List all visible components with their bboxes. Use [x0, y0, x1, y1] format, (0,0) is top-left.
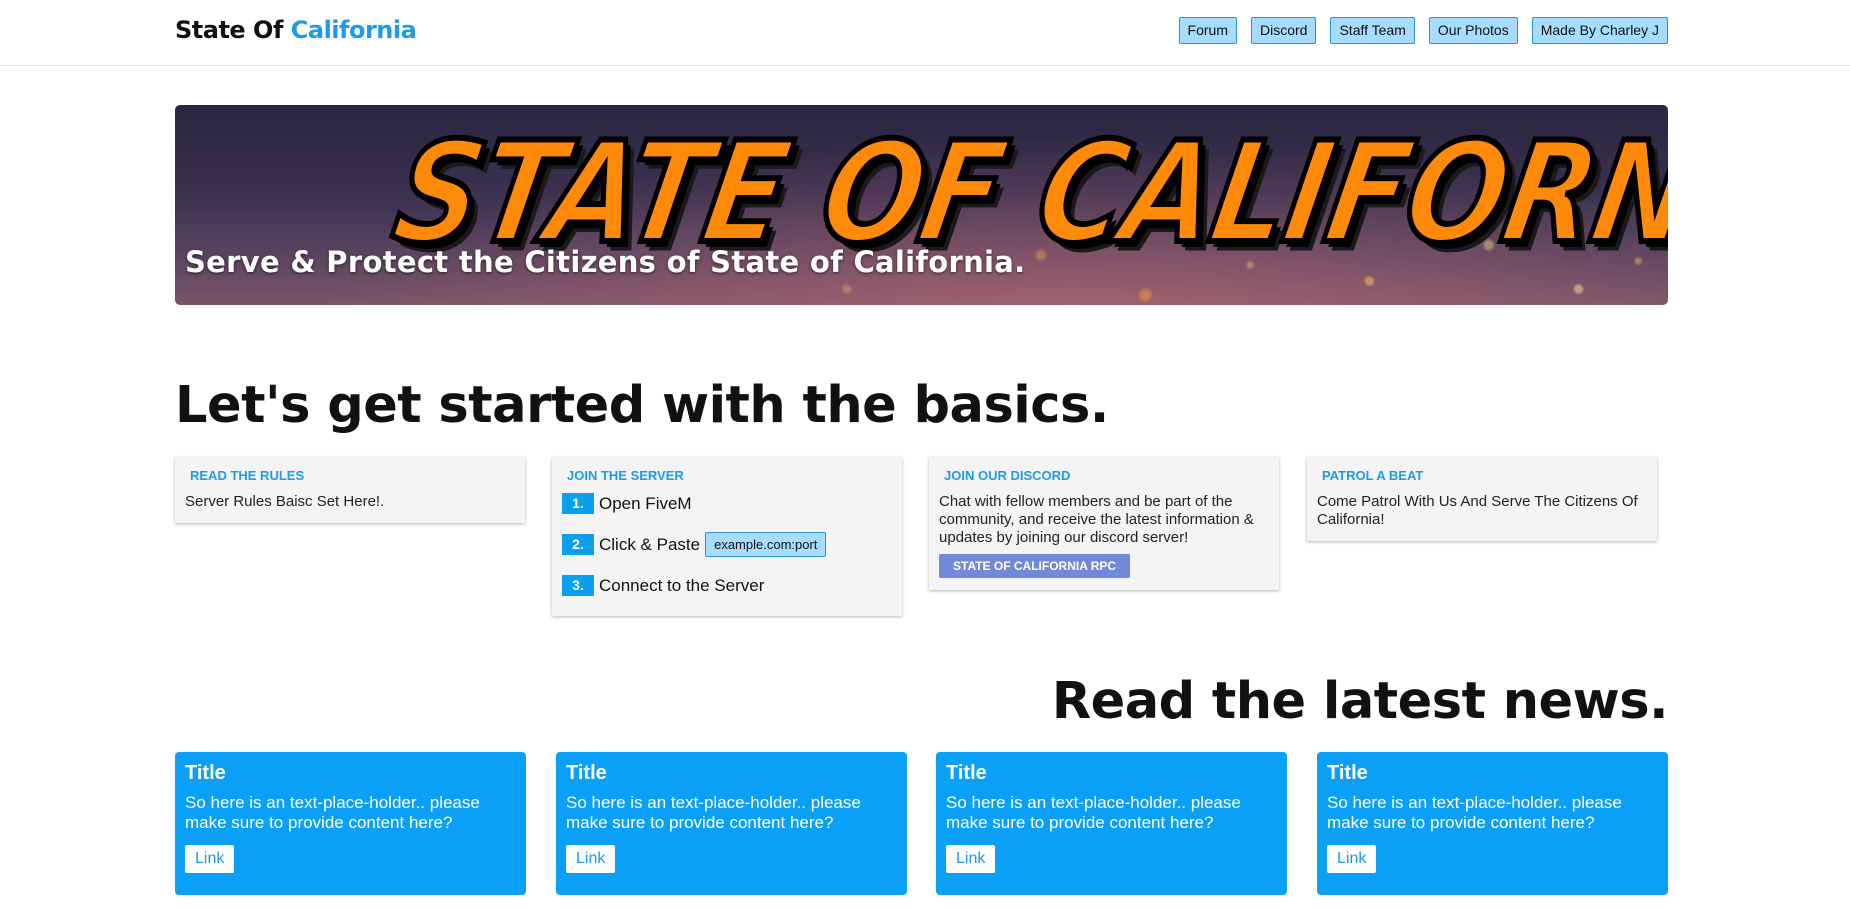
step-number: 2.: [562, 534, 594, 555]
news-text: So here is an text-place-holder.. please…: [946, 793, 1241, 832]
news-card: Title So here is an text-place-holder.. …: [556, 752, 907, 895]
news-link-button[interactable]: Link: [566, 845, 616, 873]
join-step-1: 1. Open FiveM: [562, 493, 892, 514]
join-step-3: 3. Connect to the Server: [562, 575, 892, 596]
discord-join-button[interactable]: STATE OF CALIFORNIA RPC: [939, 554, 1131, 578]
rules-card: READ THE RULES Server Rules Baisc Set He…: [175, 457, 525, 523]
discord-card-text: Chat with fellow members and be part of …: [939, 493, 1254, 546]
step-number: 3.: [562, 575, 594, 596]
discord-card-title: JOIN OUR DISCORD: [944, 468, 1071, 483]
news-title: Title: [185, 762, 226, 784]
join-card-title: JOIN THE SERVER: [567, 468, 684, 483]
nav-made-by-button[interactable]: Made By Charley J: [1531, 17, 1668, 44]
news-link-button[interactable]: Link: [185, 845, 235, 873]
server-address-code[interactable]: example.com:port: [705, 532, 827, 557]
rules-card-text: Server Rules Baisc Set Here!.: [185, 493, 385, 510]
news-link-button[interactable]: Link: [1327, 845, 1377, 873]
hero-banner: STATE OF CALIFORNIA Serve & Protect the …: [175, 105, 1668, 305]
step-text: Connect to the Server: [599, 575, 765, 595]
news-text: So here is an text-place-holder.. please…: [1327, 793, 1622, 832]
news-title: Title: [946, 762, 987, 784]
nav-discord-button[interactable]: Discord: [1251, 17, 1317, 44]
step-number: 1.: [562, 493, 594, 514]
nav-staff-team-button[interactable]: Staff Team: [1330, 17, 1415, 44]
discord-card: JOIN OUR DISCORD Chat with fellow member…: [929, 457, 1279, 590]
step-text: Open FiveM: [599, 493, 692, 513]
nav-links: Forum Discord Staff Team Our Photos Made…: [1178, 17, 1668, 44]
nav-forum-button[interactable]: Forum: [1178, 17, 1237, 44]
patrol-card-title: PATROL A BEAT: [1322, 468, 1424, 483]
news-title: Title: [566, 762, 607, 784]
news-card: Title So here is an text-place-holder.. …: [175, 752, 526, 895]
news-title: Title: [1327, 762, 1368, 784]
basics-heading: Let's get started with the basics.: [175, 376, 1109, 435]
hero-tagline: Serve & Protect the Citizens of State of…: [185, 245, 1026, 279]
hero-logo-text: STATE OF CALIFORNIA: [381, 108, 1668, 276]
brand-accent: California: [290, 16, 417, 44]
patrol-card-text: Come Patrol With Us And Serve The Citize…: [1317, 493, 1638, 528]
news-text: So here is an text-place-holder.. please…: [566, 793, 861, 832]
news-card: Title So here is an text-place-holder.. …: [1317, 752, 1668, 895]
news-heading: Read the latest news.: [1051, 672, 1669, 731]
news-link-button[interactable]: Link: [946, 845, 996, 873]
news-text: So here is an text-place-holder.. please…: [185, 793, 480, 832]
news-card: Title So here is an text-place-holder.. …: [936, 752, 1287, 895]
brand-prefix: State Of: [175, 16, 283, 44]
nav-our-photos-button[interactable]: Our Photos: [1428, 17, 1518, 44]
brand-logo[interactable]: State Of California: [175, 16, 417, 44]
step-text: Click & Paste: [599, 534, 701, 554]
rules-card-title: READ THE RULES: [190, 468, 305, 483]
join-step-2: 2. Click & Paste example.com:port: [562, 532, 892, 557]
join-server-card: JOIN THE SERVER 1. Open FiveM 2. Click &…: [552, 457, 902, 616]
patrol-card: PATROL A BEAT Come Patrol With Us And Se…: [1307, 457, 1657, 541]
top-navbar: State Of California Forum Discord Staff …: [0, 0, 1850, 66]
